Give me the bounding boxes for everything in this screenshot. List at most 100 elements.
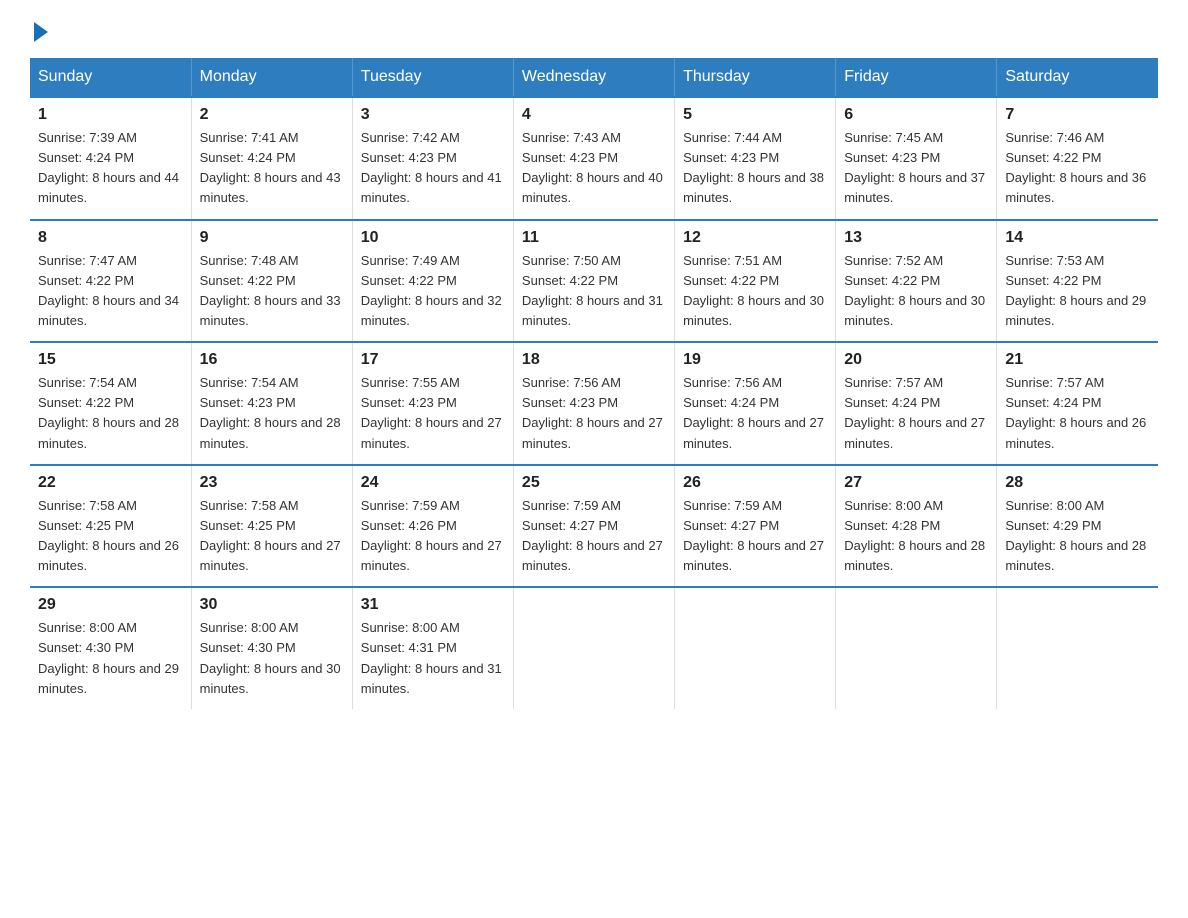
- calendar-day-cell: 27 Sunrise: 8:00 AMSunset: 4:28 PMDayligh…: [836, 465, 997, 588]
- calendar-day-cell: 18 Sunrise: 7:56 AMSunset: 4:23 PMDayligh…: [513, 342, 674, 465]
- day-of-week-header: Tuesday: [352, 58, 513, 97]
- day-number: 8: [38, 229, 183, 247]
- calendar-week-row: 8 Sunrise: 7:47 AMSunset: 4:22 PMDaylight…: [30, 220, 1158, 343]
- day-of-week-header: Thursday: [675, 58, 836, 97]
- calendar-day-cell: 8 Sunrise: 7:47 AMSunset: 4:22 PMDaylight…: [30, 220, 191, 343]
- calendar-day-cell: 14 Sunrise: 7:53 AMSunset: 4:22 PMDayligh…: [997, 220, 1158, 343]
- day-sun-info: Sunrise: 7:58 AMSunset: 4:25 PMDaylight:…: [38, 496, 183, 577]
- day-sun-info: Sunrise: 7:41 AMSunset: 4:24 PMDaylight:…: [200, 128, 344, 209]
- day-of-week-header: Sunday: [30, 58, 191, 97]
- day-of-week-header: Wednesday: [513, 58, 674, 97]
- calendar-day-cell: 19 Sunrise: 7:56 AMSunset: 4:24 PMDayligh…: [675, 342, 836, 465]
- day-number: 28: [1005, 474, 1150, 492]
- calendar-day-cell: [997, 587, 1158, 709]
- day-number: 19: [683, 351, 827, 369]
- calendar-day-cell: 5 Sunrise: 7:44 AMSunset: 4:23 PMDaylight…: [675, 97, 836, 220]
- calendar-week-row: 22 Sunrise: 7:58 AMSunset: 4:25 PMDayligh…: [30, 465, 1158, 588]
- day-number: 21: [1005, 351, 1150, 369]
- day-number: 6: [844, 106, 988, 124]
- calendar-day-cell: 16 Sunrise: 7:54 AMSunset: 4:23 PMDayligh…: [191, 342, 352, 465]
- day-sun-info: Sunrise: 7:44 AMSunset: 4:23 PMDaylight:…: [683, 128, 827, 209]
- day-sun-info: Sunrise: 8:00 AMSunset: 4:29 PMDaylight:…: [1005, 496, 1150, 577]
- day-number: 1: [38, 106, 183, 124]
- day-number: 10: [361, 229, 505, 247]
- day-sun-info: Sunrise: 7:52 AMSunset: 4:22 PMDaylight:…: [844, 251, 988, 332]
- day-number: 12: [683, 229, 827, 247]
- day-sun-info: Sunrise: 7:59 AMSunset: 4:27 PMDaylight:…: [683, 496, 827, 577]
- day-number: 15: [38, 351, 183, 369]
- day-sun-info: Sunrise: 7:53 AMSunset: 4:22 PMDaylight:…: [1005, 251, 1150, 332]
- calendar-day-cell: 2Sunrise: 7:41 AMSunset: 4:24 PMDaylight…: [191, 97, 352, 220]
- day-number: 17: [361, 351, 505, 369]
- day-number: 7: [1005, 106, 1150, 124]
- day-number: 20: [844, 351, 988, 369]
- calendar-day-cell: 12 Sunrise: 7:51 AMSunset: 4:22 PMDayligh…: [675, 220, 836, 343]
- calendar-day-cell: 28 Sunrise: 8:00 AMSunset: 4:29 PMDayligh…: [997, 465, 1158, 588]
- day-number: 3: [361, 106, 505, 124]
- day-sun-info: Sunrise: 7:47 AMSunset: 4:22 PMDaylight:…: [38, 251, 183, 332]
- day-sun-info: Sunrise: 7:45 AMSunset: 4:23 PMDaylight:…: [844, 128, 988, 209]
- day-number: 5: [683, 106, 827, 124]
- calendar-day-cell: 7Sunrise: 7:46 AMSunset: 4:22 PMDaylight…: [997, 97, 1158, 220]
- day-sun-info: Sunrise: 7:48 AMSunset: 4:22 PMDaylight:…: [200, 251, 344, 332]
- calendar-day-cell: 21Sunrise: 7:57 AMSunset: 4:24 PMDayligh…: [997, 342, 1158, 465]
- day-sun-info: Sunrise: 7:43 AMSunset: 4:23 PMDaylight:…: [522, 128, 666, 209]
- day-sun-info: Sunrise: 7:39 AMSunset: 4:24 PMDaylight:…: [38, 128, 183, 209]
- day-sun-info: Sunrise: 7:56 AMSunset: 4:24 PMDaylight:…: [683, 373, 827, 454]
- calendar-day-cell: 6 Sunrise: 7:45 AMSunset: 4:23 PMDaylight…: [836, 97, 997, 220]
- day-of-week-header: Saturday: [997, 58, 1158, 97]
- calendar-day-cell: 26Sunrise: 7:59 AMSunset: 4:27 PMDayligh…: [675, 465, 836, 588]
- day-number: 4: [522, 106, 666, 124]
- day-sun-info: Sunrise: 8:00 AMSunset: 4:30 PMDaylight:…: [200, 618, 344, 699]
- day-number: 11: [522, 229, 666, 247]
- calendar-day-cell: 30 Sunrise: 8:00 AMSunset: 4:30 PMDayligh…: [191, 587, 352, 709]
- calendar-day-cell: 4 Sunrise: 7:43 AMSunset: 4:23 PMDaylight…: [513, 97, 674, 220]
- day-number: 31: [361, 596, 505, 614]
- day-number: 22: [38, 474, 183, 492]
- calendar-day-cell: 3Sunrise: 7:42 AMSunset: 4:23 PMDaylight…: [352, 97, 513, 220]
- calendar-day-cell: [675, 587, 836, 709]
- calendar-day-cell: 31 Sunrise: 8:00 AMSunset: 4:31 PMDayligh…: [352, 587, 513, 709]
- day-of-week-header: Friday: [836, 58, 997, 97]
- day-sun-info: Sunrise: 7:59 AMSunset: 4:26 PMDaylight:…: [361, 496, 505, 577]
- day-number: 29: [38, 596, 183, 614]
- day-of-week-header: Monday: [191, 58, 352, 97]
- calendar-day-cell: 11 Sunrise: 7:50 AMSunset: 4:22 PMDayligh…: [513, 220, 674, 343]
- calendar-day-cell: 24Sunrise: 7:59 AMSunset: 4:26 PMDayligh…: [352, 465, 513, 588]
- day-number: 18: [522, 351, 666, 369]
- day-sun-info: Sunrise: 8:00 AMSunset: 4:28 PMDaylight:…: [844, 496, 988, 577]
- calendar-week-row: 1 Sunrise: 7:39 AMSunset: 4:24 PMDaylight…: [30, 97, 1158, 220]
- calendar-day-cell: [513, 587, 674, 709]
- day-sun-info: Sunrise: 7:57 AMSunset: 4:24 PMDaylight:…: [844, 373, 988, 454]
- calendar-week-row: 15Sunrise: 7:54 AMSunset: 4:22 PMDayligh…: [30, 342, 1158, 465]
- day-sun-info: Sunrise: 7:56 AMSunset: 4:23 PMDaylight:…: [522, 373, 666, 454]
- calendar-day-cell: 23 Sunrise: 7:58 AMSunset: 4:25 PMDayligh…: [191, 465, 352, 588]
- day-sun-info: Sunrise: 8:00 AMSunset: 4:31 PMDaylight:…: [361, 618, 505, 699]
- day-number: 23: [200, 474, 344, 492]
- day-sun-info: Sunrise: 7:55 AMSunset: 4:23 PMDaylight:…: [361, 373, 505, 454]
- day-number: 30: [200, 596, 344, 614]
- day-sun-info: Sunrise: 7:50 AMSunset: 4:22 PMDaylight:…: [522, 251, 666, 332]
- day-number: 27: [844, 474, 988, 492]
- calendar-day-cell: 20 Sunrise: 7:57 AMSunset: 4:24 PMDayligh…: [836, 342, 997, 465]
- day-sun-info: Sunrise: 7:51 AMSunset: 4:22 PMDaylight:…: [683, 251, 827, 332]
- day-number: 25: [522, 474, 666, 492]
- calendar-day-cell: 9Sunrise: 7:48 AMSunset: 4:22 PMDaylight…: [191, 220, 352, 343]
- day-sun-info: Sunrise: 7:54 AMSunset: 4:23 PMDaylight:…: [200, 373, 344, 454]
- calendar-day-cell: 29Sunrise: 8:00 AMSunset: 4:30 PMDayligh…: [30, 587, 191, 709]
- day-sun-info: Sunrise: 7:49 AMSunset: 4:22 PMDaylight:…: [361, 251, 505, 332]
- calendar-table: SundayMondayTuesdayWednesdayThursdayFrid…: [30, 58, 1158, 709]
- day-number: 13: [844, 229, 988, 247]
- day-sun-info: Sunrise: 7:58 AMSunset: 4:25 PMDaylight:…: [200, 496, 344, 577]
- day-sun-info: Sunrise: 7:59 AMSunset: 4:27 PMDaylight:…: [522, 496, 666, 577]
- calendar-day-cell: [836, 587, 997, 709]
- logo-arrow-icon: [34, 22, 48, 42]
- day-number: 14: [1005, 229, 1150, 247]
- calendar-day-cell: 25 Sunrise: 7:59 AMSunset: 4:27 PMDayligh…: [513, 465, 674, 588]
- logo: [30, 20, 48, 38]
- calendar-header-row: SundayMondayTuesdayWednesdayThursdayFrid…: [30, 58, 1158, 97]
- day-number: 16: [200, 351, 344, 369]
- calendar-week-row: 29 Sunrise: 8:00 AMSunset: 4:30 PMDayligh…: [30, 587, 1158, 709]
- calendar-day-cell: 15Sunrise: 7:54 AMSunset: 4:22 PMDayligh…: [30, 342, 191, 465]
- calendar-day-cell: 10 Sunrise: 7:49 AMSunset: 4:22 PMDayligh…: [352, 220, 513, 343]
